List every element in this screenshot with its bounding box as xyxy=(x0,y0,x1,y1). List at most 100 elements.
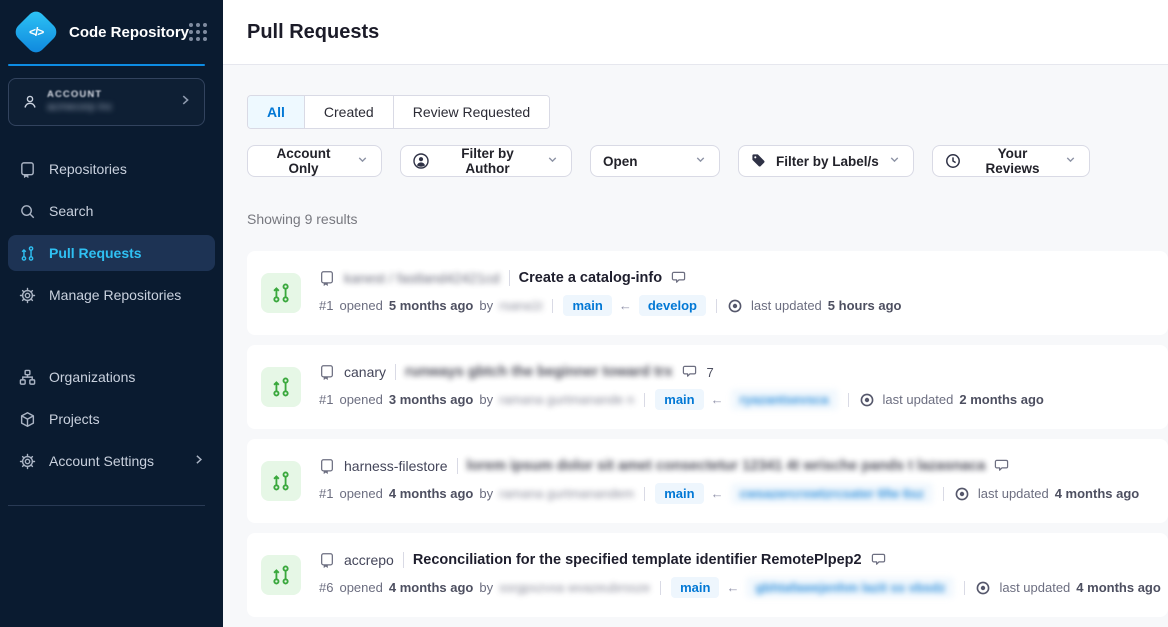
app-title: Code Repository xyxy=(69,24,189,41)
pr-repo-name[interactable]: accrepo xyxy=(344,552,394,568)
target-branch-badge[interactable]: main xyxy=(563,295,611,316)
chevron-down-icon xyxy=(888,153,901,169)
pr-author[interactable]: rsana1t xyxy=(499,298,542,313)
target-branch-badge[interactable]: main xyxy=(655,483,703,504)
pull-request-icon xyxy=(18,244,36,262)
pr-open-state-icon xyxy=(261,367,301,407)
comment-icon xyxy=(994,458,1010,474)
pr-row[interactable]: kanest / fastland42421cd Create a catalo… xyxy=(247,251,1168,335)
sidebar-item-search[interactable]: Search xyxy=(8,193,215,229)
filter-label: Account Only xyxy=(260,146,347,176)
target-branch-badge[interactable]: main xyxy=(655,389,703,410)
pr-row[interactable]: canary runways gbtch the beginner toward… xyxy=(247,345,1168,429)
repo-icon xyxy=(319,364,335,380)
sidebar-item-label: Projects xyxy=(49,411,100,427)
divider xyxy=(716,299,717,313)
pr-title[interactable]: Create a catalog-info xyxy=(519,270,662,286)
tab-review-requested[interactable]: Review Requested xyxy=(393,96,550,128)
filter-by-label-dropdown[interactable]: Filter by Label/s xyxy=(738,145,914,177)
pr-updated-ago: 4 months ago xyxy=(1076,580,1161,595)
pr-row[interactable]: accrepo Reconciliation for the specified… xyxy=(247,533,1168,617)
by-label: by xyxy=(479,392,493,407)
status-target-icon xyxy=(727,298,743,314)
pr-title[interactable]: Reconciliation for the specified templat… xyxy=(413,552,862,568)
user-icon xyxy=(413,153,429,169)
sidebar-item-pull-requests[interactable]: Pull Requests xyxy=(8,235,215,271)
divider xyxy=(457,458,458,474)
tab-all[interactable]: All xyxy=(248,96,304,128)
last-updated-label: last updated xyxy=(978,486,1049,501)
app-logo-icon: </> xyxy=(12,8,60,56)
opened-label: opened xyxy=(339,580,382,595)
pr-author[interactable]: ramana gurtmanande n xyxy=(499,392,634,407)
pr-author[interactable]: ssrgpxzvxa wvazeubrssze xyxy=(499,580,650,595)
divider xyxy=(660,581,661,595)
chevron-right-icon xyxy=(178,93,192,112)
pr-opened-ago: 5 months ago xyxy=(389,298,474,313)
pr-list: kanest / fastland42421cd Create a catalo… xyxy=(247,251,1168,617)
sidebar-nav-secondary: Organizations Projects Account Settings xyxy=(0,356,223,482)
pr-updated-ago: 2 months ago xyxy=(959,392,1044,407)
account-selector[interactable]: ACCOUNT acmecorp inc xyxy=(8,78,205,126)
account-name-redacted: acmecorp inc xyxy=(47,101,112,115)
state-dropdown[interactable]: Open xyxy=(590,145,720,177)
pr-opened-ago: 4 months ago xyxy=(389,580,474,595)
by-label: by xyxy=(479,486,493,501)
pr-author[interactable]: ramana gurtmanandem xyxy=(499,486,634,501)
merge-arrow-icon: ← xyxy=(618,298,633,313)
last-updated-label: last updated xyxy=(883,392,954,407)
sidebar-item-label: Search xyxy=(49,203,93,219)
opened-label: opened xyxy=(339,486,382,501)
account-only-dropdown[interactable]: Account Only xyxy=(247,145,382,177)
filter-by-author-dropdown[interactable]: Filter by Author xyxy=(400,145,572,177)
tab-created[interactable]: Created xyxy=(304,96,393,128)
sidebar-item-label: Manage Repositories xyxy=(49,287,181,303)
sidebar-item-repositories[interactable]: Repositories xyxy=(8,151,215,187)
account-label: ACCOUNT xyxy=(47,89,112,101)
repo-icon xyxy=(18,160,36,178)
your-reviews-dropdown[interactable]: Your Reviews xyxy=(932,145,1090,177)
sidebar-item-manage-repositories[interactable]: Manage Repositories xyxy=(8,277,215,313)
pr-title[interactable]: runways gbtch the beginner toward trx xyxy=(405,364,672,380)
tag-icon xyxy=(751,153,767,169)
pr-updated-ago: 4 months ago xyxy=(1055,486,1140,501)
filter-label: Open xyxy=(603,154,638,169)
results-summary: Showing 9 results xyxy=(247,211,1168,227)
source-branch-badge[interactable]: cwsazercrxwtzrcsater 6fw 6sz xyxy=(731,483,933,504)
pr-repo-name[interactable]: canary xyxy=(344,364,386,380)
pr-open-state-icon xyxy=(261,273,301,313)
sidebar-item-label: Account Settings xyxy=(49,453,154,469)
opened-label: opened xyxy=(339,298,382,313)
divider xyxy=(848,393,849,407)
sidebar-nav-primary: Repositories Search Pull Requests xyxy=(0,148,223,316)
status-target-icon xyxy=(954,486,970,502)
chevron-down-icon xyxy=(546,153,559,169)
source-branch-badge[interactable]: develop xyxy=(639,295,706,316)
sidebar-item-organizations[interactable]: Organizations xyxy=(8,359,215,395)
by-label: by xyxy=(479,298,493,313)
source-branch-badge[interactable]: ryazantsevsca xyxy=(731,389,838,410)
source-branch-badge[interactable]: gbhtafawejenhm lazit ss vbsdz xyxy=(746,577,954,598)
divider xyxy=(943,487,944,501)
pr-opened-ago: 4 months ago xyxy=(389,486,474,501)
filter-label: Filter by Author xyxy=(438,146,537,176)
sidebar-item-label: Repositories xyxy=(49,161,127,177)
filter-label: Your Reviews xyxy=(970,146,1055,176)
target-branch-badge[interactable]: main xyxy=(671,577,719,598)
pr-title[interactable]: lorem ipsum dolor sit amet consectetur 1… xyxy=(467,458,986,474)
repo-icon xyxy=(319,458,335,474)
pr-repo-name[interactable]: harness-filestore xyxy=(344,458,448,474)
pr-number: #1 xyxy=(319,298,333,313)
pr-tabs: All Created Review Requested xyxy=(247,95,550,129)
divider xyxy=(403,552,404,568)
gear-icon xyxy=(18,286,36,304)
page-header: Pull Requests xyxy=(223,0,1168,65)
pr-repo-name[interactable]: kanest / fastland42421cd xyxy=(344,270,500,286)
pr-row[interactable]: harness-filestore lorem ipsum dolor sit … xyxy=(247,439,1168,523)
sidebar-item-projects[interactable]: Projects xyxy=(8,401,215,437)
cube-icon xyxy=(18,410,36,428)
app-switcher-grid-icon[interactable] xyxy=(189,23,207,41)
sidebar-item-account-settings[interactable]: Account Settings xyxy=(8,443,215,479)
filter-label: Filter by Label/s xyxy=(776,154,879,169)
last-updated-label: last updated xyxy=(751,298,822,313)
